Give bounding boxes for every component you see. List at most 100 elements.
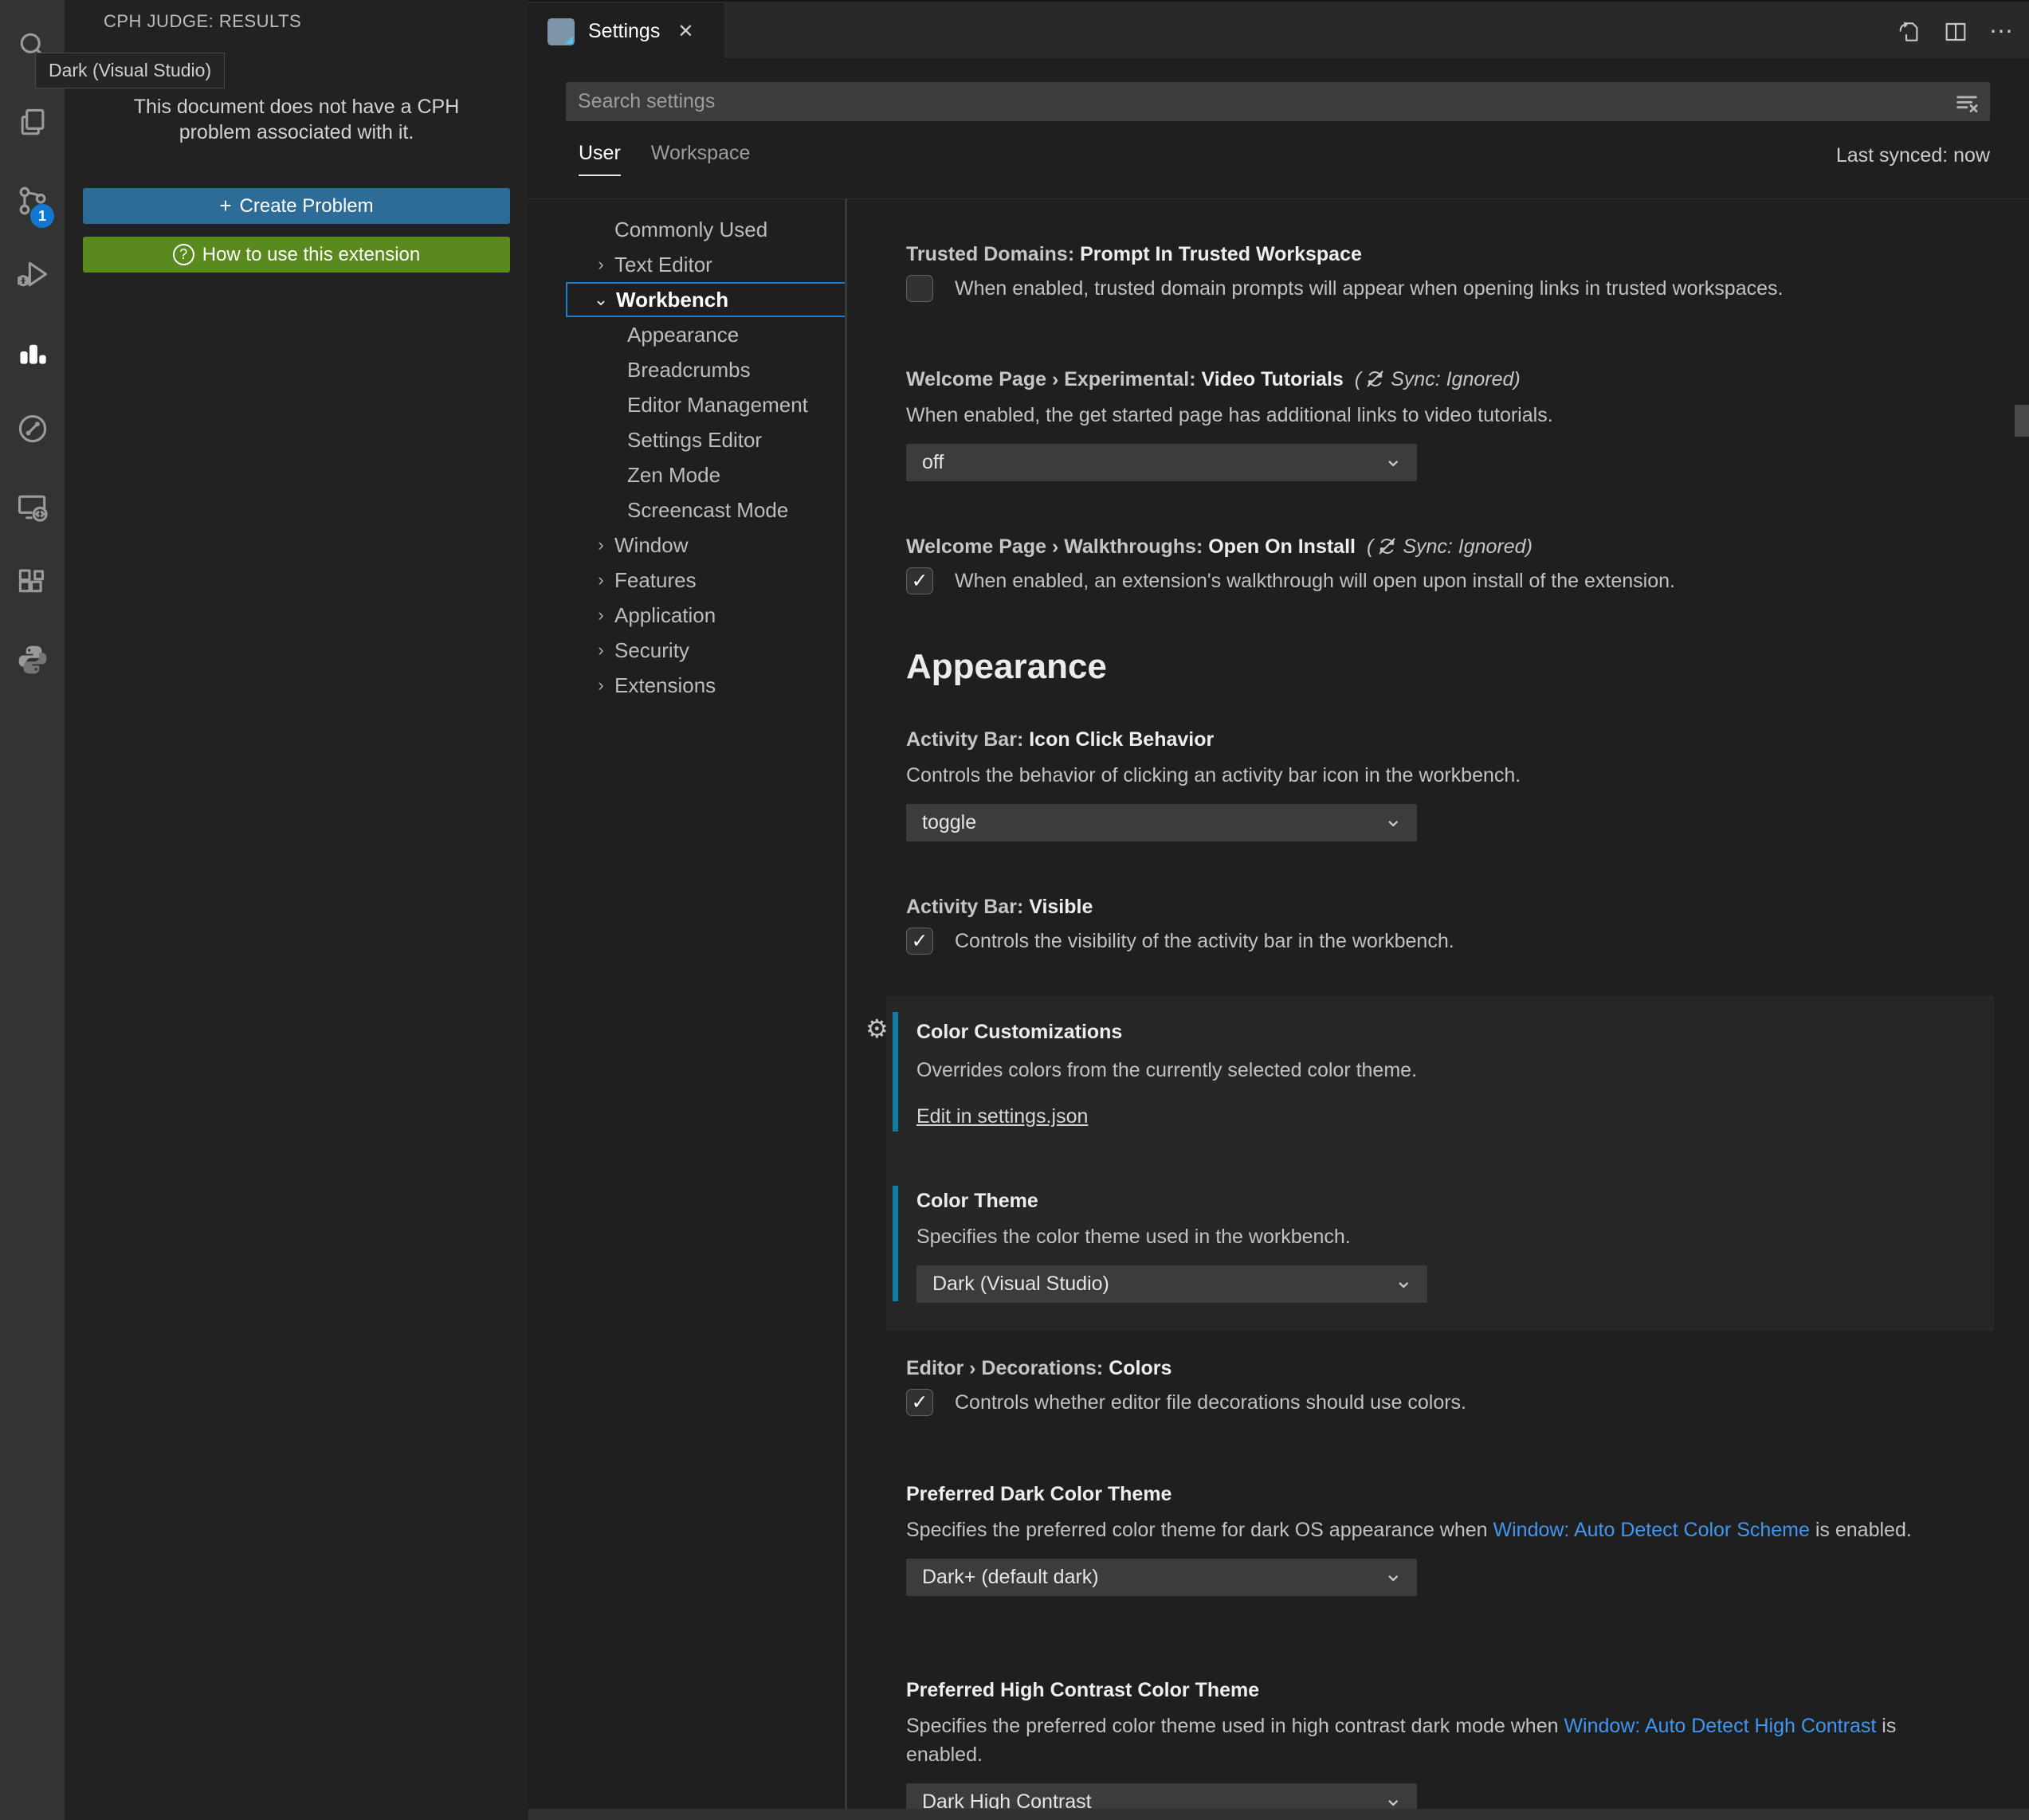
chevron-down-icon: ⌄ bbox=[1395, 1267, 1413, 1293]
setting-title: Welcome Page › Experimental: Video Tutor… bbox=[906, 367, 1990, 392]
filter-icon[interactable] bbox=[1953, 89, 1980, 116]
chevron-right-icon: › bbox=[591, 675, 611, 696]
search-settings-box bbox=[566, 82, 1990, 121]
setting-title: Color Theme bbox=[916, 1188, 1952, 1214]
chevron-down-icon: ⌄ bbox=[591, 289, 611, 310]
setting-title: Trusted Domains: Prompt In Trusted Works… bbox=[906, 241, 1990, 267]
scope-tabs: User Workspace bbox=[579, 142, 750, 176]
create-problem-label: Create Problem bbox=[240, 195, 374, 218]
scope-tab-workspace[interactable]: Workspace bbox=[651, 142, 751, 176]
setting-description: Controls the behavior of clicking an act… bbox=[906, 761, 1990, 790]
toc-item-editor-management[interactable]: Editor Management bbox=[528, 387, 845, 422]
toc-item-application[interactable]: ›Application bbox=[528, 598, 845, 633]
color-theme-select[interactable]: Dark (Visual Studio) ⌄ bbox=[916, 1265, 1427, 1303]
scope-tab-user[interactable]: User bbox=[579, 142, 621, 176]
scrollbar-thumb[interactable] bbox=[2015, 405, 2029, 437]
select-value: off bbox=[922, 451, 944, 474]
toc-item-appearance[interactable]: Appearance bbox=[528, 317, 845, 352]
focused-settings-panel: Color Customizations Overrides colors fr… bbox=[886, 996, 1994, 1331]
setting-description: When enabled, the get started page has a… bbox=[906, 401, 1990, 430]
toc-label: Commonly Used bbox=[614, 218, 767, 242]
setting-trusted-domains-prompt: Trusted Domains: Prompt In Trusted Works… bbox=[906, 241, 1990, 303]
chevron-right-icon: › bbox=[591, 254, 611, 275]
edit-in-settings-json-link[interactable]: Edit in settings.json bbox=[916, 1105, 1088, 1128]
toc-item-screencast-mode[interactable]: Screencast Mode bbox=[528, 492, 845, 528]
walkthroughs-checkbox[interactable] bbox=[906, 567, 933, 594]
setting-title: Preferred Dark Color Theme bbox=[906, 1481, 1990, 1507]
setting-color-customizations: Color Customizations Overrides colors fr… bbox=[916, 1019, 1952, 1128]
sidebar-message: This document does not have a CPH proble… bbox=[96, 94, 496, 145]
toc-item-workbench[interactable]: ⌄Workbench bbox=[566, 282, 846, 317]
toc-label: Editor Management bbox=[627, 393, 808, 418]
decorations-colors-checkbox[interactable] bbox=[906, 1389, 933, 1416]
setting-title: Editor › Decorations: Colors bbox=[906, 1355, 1990, 1381]
setting-walkthroughs-open-on-install: Welcome Page › Walkthroughs: Open On Ins… bbox=[906, 534, 1990, 595]
setting-title: Activity Bar: Icon Click Behavior bbox=[906, 727, 1990, 752]
python-icon[interactable] bbox=[0, 634, 65, 685]
tab-settings-label: Settings bbox=[588, 20, 660, 43]
chevron-right-icon: › bbox=[591, 535, 611, 555]
chevron-right-icon: › bbox=[591, 605, 611, 626]
settings-list: Trusted Domains: Prompt In Trusted Works… bbox=[847, 199, 2029, 1820]
toc-item-zen-mode[interactable]: Zen Mode bbox=[528, 457, 845, 492]
setting-description: Specifies the preferred color theme for … bbox=[906, 1516, 1942, 1544]
preferred-dark-theme-select[interactable]: Dark+ (default dark) ⌄ bbox=[906, 1559, 1417, 1596]
toc-label: Workbench bbox=[616, 288, 728, 312]
toc-item-breadcrumbs[interactable]: Breadcrumbs bbox=[528, 352, 845, 387]
toc-item-features[interactable]: ›Features bbox=[528, 563, 845, 598]
settings-toc: Commonly Used ›Text Editor ⌄Workbench Ap… bbox=[528, 199, 845, 1820]
split-editor-icon[interactable] bbox=[1943, 19, 1968, 45]
more-actions-icon[interactable]: ⋯ bbox=[1989, 18, 2015, 45]
icon-click-behavior-select[interactable]: toggle ⌄ bbox=[906, 804, 1417, 841]
toc-item-window[interactable]: ›Window bbox=[528, 528, 845, 563]
extensions-icon[interactable] bbox=[0, 558, 65, 609]
close-icon[interactable]: ✕ bbox=[677, 20, 693, 43]
toc-label: Settings Editor bbox=[627, 428, 762, 453]
setting-title: Color Customizations bbox=[916, 1019, 1952, 1045]
how-to-use-button[interactable]: ? How to use this extension bbox=[83, 237, 510, 273]
source-control-icon[interactable]: 1 bbox=[0, 175, 65, 226]
toc-item-commonly-used[interactable]: Commonly Used bbox=[528, 212, 845, 247]
chevron-right-icon: › bbox=[591, 570, 611, 590]
select-value: Dark+ (default dark) bbox=[922, 1566, 1099, 1589]
settings-header: User Workspace Last synced: now bbox=[528, 58, 2029, 199]
explorer-copy-icon[interactable] bbox=[0, 97, 65, 148]
toc-item-extensions[interactable]: ›Extensions bbox=[528, 668, 845, 703]
sync-ignored-icon bbox=[1376, 535, 1398, 557]
video-tutorials-select[interactable]: off ⌄ bbox=[906, 444, 1417, 481]
open-settings-json-icon[interactable] bbox=[1897, 19, 1922, 45]
sync-ignored-label: (Sync: Ignored) bbox=[1367, 535, 1533, 558]
toc-item-security[interactable]: ›Security bbox=[528, 633, 845, 668]
setting-video-tutorials: Welcome Page › Experimental: Video Tutor… bbox=[906, 367, 1990, 481]
search-settings-input[interactable] bbox=[566, 82, 1990, 121]
toc-item-settings-editor[interactable]: Settings Editor bbox=[528, 422, 845, 457]
toc-label: Text Editor bbox=[614, 253, 712, 277]
tab-settings[interactable]: Settings ✕ bbox=[528, 3, 724, 60]
how-to-use-label: How to use this extension bbox=[202, 244, 420, 266]
tab-bar: Settings ✕ ⋯ bbox=[528, 0, 2029, 58]
auto-detect-color-scheme-link[interactable]: Window: Auto Detect Color Scheme bbox=[1493, 1519, 1810, 1541]
select-value: Dark (Visual Studio) bbox=[932, 1273, 1109, 1296]
toc-item-text-editor[interactable]: ›Text Editor bbox=[528, 247, 845, 282]
setting-description: Controls the visibility of the activity … bbox=[955, 927, 1454, 955]
chevron-down-icon: ⌄ bbox=[1384, 1785, 1403, 1811]
section-heading-appearance: Appearance bbox=[906, 647, 1990, 687]
chevron-down-icon: ⌄ bbox=[1384, 445, 1403, 472]
select-value: toggle bbox=[922, 811, 976, 834]
setting-description: Overrides colors from the currently sele… bbox=[916, 1056, 1952, 1085]
toc-label: Breadcrumbs bbox=[627, 358, 751, 382]
run-graph-circle-icon[interactable] bbox=[0, 403, 65, 454]
setting-title: Welcome Page › Walkthroughs: Open On Ins… bbox=[906, 534, 1990, 559]
run-debug-icon[interactable] bbox=[0, 249, 65, 300]
gear-icon[interactable]: ⚙ bbox=[865, 1014, 889, 1044]
cph-results-chart-icon[interactable] bbox=[0, 326, 65, 377]
setting-description: Specifies the preferred color theme used… bbox=[906, 1712, 1942, 1769]
create-problem-button[interactable]: + Create Problem bbox=[83, 188, 510, 224]
trusted-domains-checkbox[interactable] bbox=[906, 275, 933, 302]
modified-indicator bbox=[893, 1186, 898, 1301]
remote-explorer-icon[interactable] bbox=[0, 481, 65, 532]
activity-bar-visible-checkbox[interactable] bbox=[906, 928, 933, 955]
setting-preferred-dark-color-theme: Preferred Dark Color Theme Specifies the… bbox=[906, 1481, 1990, 1596]
setting-decorations-colors: Editor › Decorations: Colors Controls wh… bbox=[906, 1355, 1990, 1417]
auto-detect-high-contrast-link[interactable]: Window: Auto Detect High Contrast bbox=[1564, 1715, 1876, 1737]
